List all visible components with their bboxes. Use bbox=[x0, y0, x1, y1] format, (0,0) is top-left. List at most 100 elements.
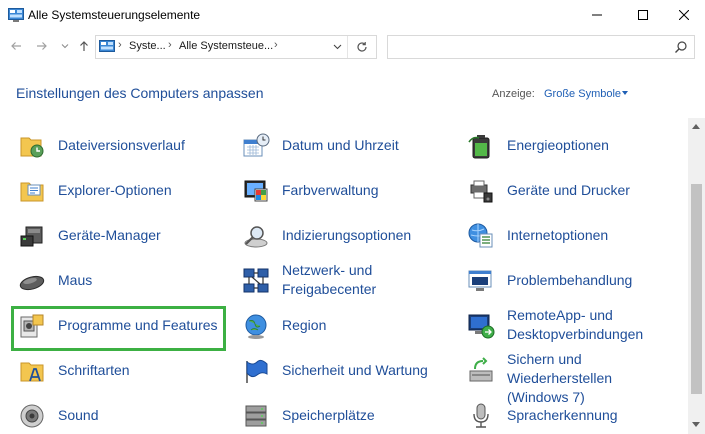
fonts-icon bbox=[20, 362, 44, 382]
scroll-up-icon[interactable] bbox=[692, 124, 700, 129]
item-label[interactable]: Indizierungsoptionen bbox=[282, 226, 411, 245]
item-label[interactable]: Netzwerk- und Freigabecenter bbox=[282, 261, 376, 299]
item-label[interactable]: Spracherkennung bbox=[507, 406, 618, 425]
breadcrumb-item[interactable]: Alle Systemsteue... bbox=[179, 40, 273, 52]
internet-options-icon bbox=[468, 223, 493, 248]
item-farbverwaltung[interactable]: Farbverwaltung bbox=[242, 171, 462, 211]
item-energieoptionen[interactable]: Energieoptionen bbox=[467, 126, 687, 166]
view-label: Anzeige: bbox=[492, 88, 535, 100]
item-speicherplaetze[interactable]: Speicherplätze bbox=[242, 396, 462, 434]
address-bar[interactable]: › Syste... › Alle Systemsteue... › bbox=[95, 35, 377, 59]
network-icon bbox=[243, 268, 269, 293]
globe-icon bbox=[245, 314, 267, 339]
troubleshooting-icon bbox=[468, 270, 492, 291]
folder-options-icon bbox=[20, 182, 44, 202]
view-mode-dropdown[interactable]: Große Symbole bbox=[544, 88, 621, 100]
search-input[interactable] bbox=[392, 38, 662, 56]
close-icon bbox=[679, 10, 689, 20]
minimize-icon bbox=[592, 14, 602, 16]
refresh-button[interactable] bbox=[352, 38, 372, 56]
arrow-right-icon bbox=[37, 42, 47, 50]
item-maus[interactable]: Maus bbox=[18, 261, 238, 301]
forward-button[interactable] bbox=[34, 38, 50, 54]
up-button[interactable] bbox=[76, 38, 92, 54]
item-dateiversionsverlauf[interactable]: Dateiversionsverlauf bbox=[18, 126, 238, 166]
item-label[interactable]: Sicherheit und Wartung bbox=[282, 361, 428, 380]
breadcrumb-separator-icon[interactable]: › bbox=[118, 39, 122, 51]
item-label[interactable]: Dateiversionsverlauf bbox=[58, 136, 185, 155]
remote-desktop-icon bbox=[468, 314, 495, 339]
item-label[interactable]: Internetoptionen bbox=[507, 226, 608, 245]
item-label[interactable]: Datum und Uhrzeit bbox=[282, 136, 399, 155]
item-explorer-optionen[interactable]: Explorer-Optionen bbox=[18, 171, 238, 211]
arrow-up-icon bbox=[80, 41, 88, 51]
item-sound[interactable]: Sound bbox=[18, 396, 238, 434]
search-icon[interactable] bbox=[674, 40, 688, 54]
item-remoteapp-und-desktopverbindungen[interactable]: RemoteApp- und Desktopverbindungen bbox=[467, 306, 687, 346]
backup-icon bbox=[469, 357, 493, 382]
device-manager-icon bbox=[20, 226, 43, 247]
window-title: Alle Systemsteuerungselemente bbox=[28, 8, 201, 22]
item-label[interactable]: Region bbox=[282, 316, 326, 335]
item-label[interactable]: Sound bbox=[58, 406, 98, 425]
scroll-down-icon[interactable] bbox=[692, 422, 700, 427]
search-box[interactable] bbox=[387, 35, 695, 59]
divider bbox=[347, 36, 348, 58]
item-internetoptionen[interactable]: Internetoptionen bbox=[467, 216, 687, 256]
close-button[interactable] bbox=[661, 0, 705, 30]
color-management-icon bbox=[244, 180, 268, 202]
control-panel-icon bbox=[99, 40, 115, 52]
maximize-button[interactable] bbox=[620, 0, 666, 30]
item-sicherheit-und-wartung[interactable]: Sicherheit und Wartung bbox=[242, 351, 462, 391]
dropdown-caret-icon[interactable] bbox=[622, 91, 628, 95]
item-indizierungsoptionen[interactable]: Indizierungsoptionen bbox=[242, 216, 462, 256]
item-label[interactable]: Farbverwaltung bbox=[282, 181, 379, 200]
control-panel-icon bbox=[8, 8, 24, 22]
navigation-bar: › Syste... › Alle Systemsteue... › bbox=[0, 30, 705, 64]
item-datum-und-uhrzeit[interactable]: Datum und Uhrzeit bbox=[242, 126, 462, 166]
item-label[interactable]: Explorer-Optionen bbox=[58, 181, 172, 200]
address-dropdown-button[interactable] bbox=[328, 38, 346, 56]
breadcrumb-item[interactable]: Syste... bbox=[129, 40, 166, 52]
flag-icon bbox=[246, 359, 268, 383]
minimize-button[interactable] bbox=[574, 0, 620, 30]
printer-icon bbox=[470, 180, 493, 203]
title-bar: Alle Systemsteuerungselemente bbox=[0, 0, 705, 30]
chevron-down-icon bbox=[61, 44, 69, 49]
file-history-icon bbox=[20, 137, 44, 158]
mouse-icon bbox=[19, 275, 45, 291]
highlight-box bbox=[11, 306, 226, 351]
item-geraete-und-drucker[interactable]: Geräte und Drucker bbox=[467, 171, 687, 211]
item-spracherkennung[interactable]: Spracherkennung bbox=[467, 396, 687, 434]
recent-locations-button[interactable] bbox=[60, 38, 70, 54]
refresh-icon bbox=[357, 42, 367, 52]
item-netzwerk-und-freigabecenter[interactable]: Netzwerk- und Freigabecenter bbox=[242, 261, 462, 301]
speaker-icon bbox=[20, 404, 44, 428]
item-problembehandlung[interactable]: Problembehandlung bbox=[467, 261, 687, 301]
item-schriftarten[interactable]: Schriftarten bbox=[18, 351, 238, 391]
item-sichern-und-wiederherstellen[interactable]: Sichern und Wiederherstellen (Windows 7) bbox=[467, 351, 687, 405]
page-title: Einstellungen des Computers anpassen bbox=[16, 85, 264, 101]
item-label[interactable]: Problembehandlung bbox=[507, 271, 632, 290]
microphone-icon bbox=[473, 403, 489, 428]
item-label[interactable]: Speicherplätze bbox=[282, 406, 375, 425]
item-label[interactable]: Maus bbox=[58, 271, 92, 290]
item-label[interactable]: Schriftarten bbox=[58, 361, 130, 380]
item-geraete-manager[interactable]: Geräte-Manager bbox=[18, 216, 238, 256]
breadcrumb-separator-icon[interactable]: › bbox=[168, 39, 172, 51]
item-label[interactable]: Energieoptionen bbox=[507, 136, 609, 155]
calendar-clock-icon bbox=[243, 133, 270, 157]
storage-spaces-icon bbox=[245, 405, 267, 427]
chevron-down-icon bbox=[333, 44, 341, 50]
item-label[interactable]: Geräte und Drucker bbox=[507, 181, 630, 200]
item-label[interactable]: Geräte-Manager bbox=[58, 226, 161, 245]
maximize-icon bbox=[638, 10, 648, 20]
indexing-icon bbox=[244, 226, 268, 248]
back-button[interactable] bbox=[8, 38, 24, 54]
item-region[interactable]: Region bbox=[242, 306, 462, 346]
battery-icon bbox=[468, 135, 490, 159]
scrollbar-thumb[interactable] bbox=[691, 184, 702, 394]
breadcrumb-separator-icon[interactable]: › bbox=[274, 39, 278, 51]
vertical-scrollbar[interactable] bbox=[688, 118, 705, 434]
item-label[interactable]: RemoteApp- und Desktopverbindungen bbox=[507, 306, 643, 344]
